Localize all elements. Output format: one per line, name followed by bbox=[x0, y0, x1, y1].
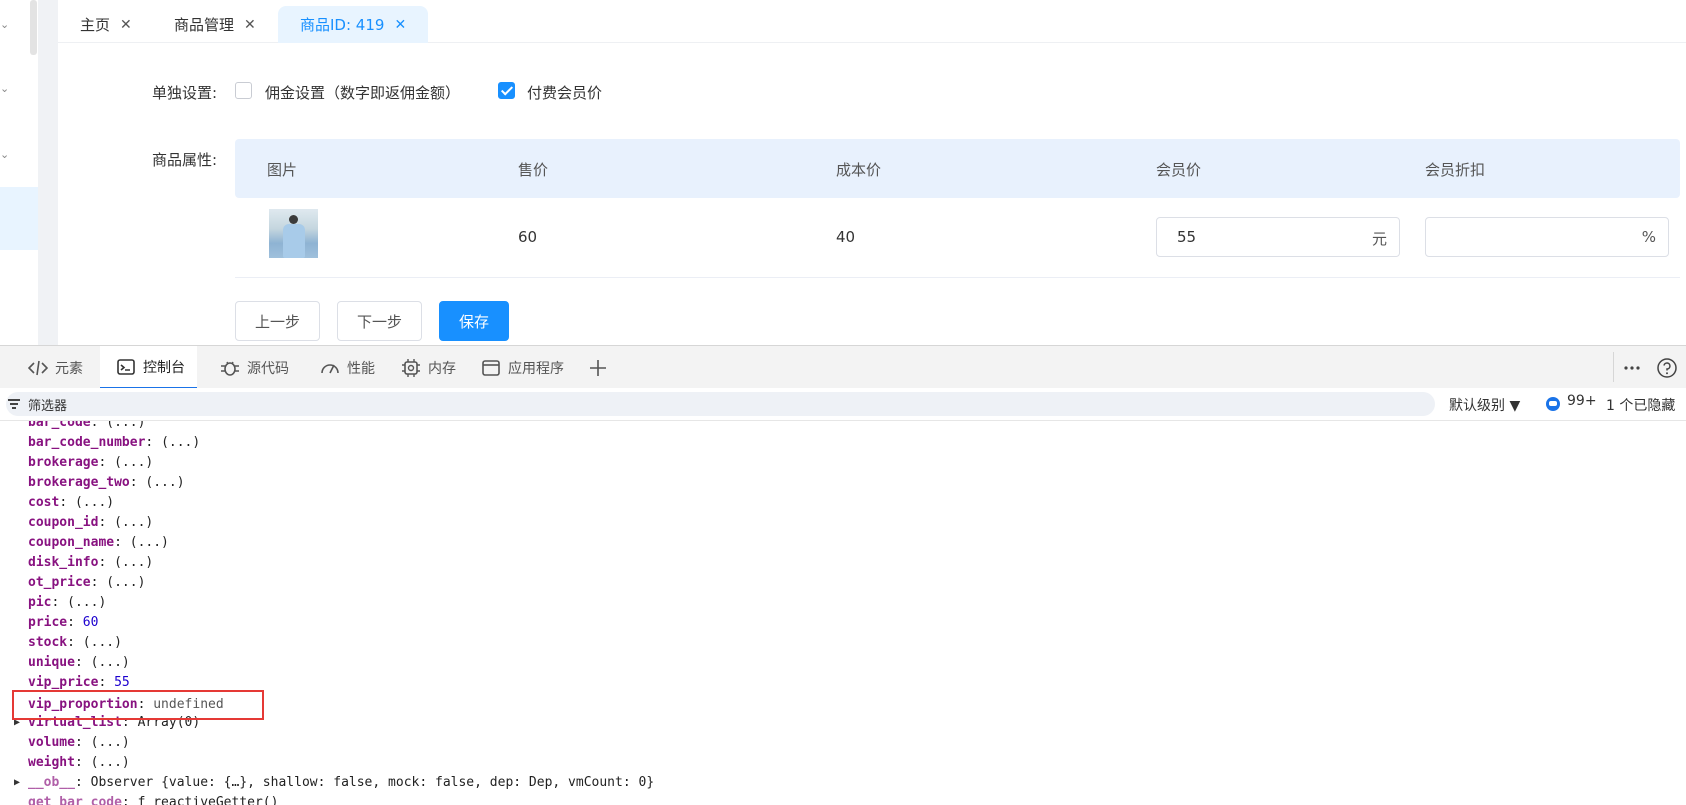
devtools-tab-performance[interactable]: 性能 bbox=[320, 346, 375, 389]
tab-product-419[interactable]: 商品ID: 419 ✕ bbox=[278, 6, 429, 43]
tab-label: 控制台 bbox=[143, 359, 185, 376]
console-line: coupon_id: (...) bbox=[28, 515, 154, 530]
devtools-tab-console[interactable]: 控制台 bbox=[100, 346, 197, 389]
console-line: pic: (...) bbox=[28, 595, 107, 610]
chip-icon bbox=[402, 358, 420, 377]
table-row: 60 40 55 元 % bbox=[235, 198, 1680, 278]
devtools-toolbar: 元素 控制台 源代码 性能 内存 应用程序 bbox=[0, 345, 1686, 389]
cell-price: 60 bbox=[518, 228, 538, 246]
bug-icon bbox=[221, 361, 239, 376]
filter-input[interactable]: 筛选器 bbox=[6, 392, 1435, 416]
help-button[interactable] bbox=[1656, 346, 1678, 389]
console-line: get bar_code: ƒ reactiveGetter() bbox=[28, 795, 279, 805]
tab-label: 商品管理 bbox=[174, 16, 235, 34]
console-output[interactable]: bar_code: (...) bar_code_number: (...) b… bbox=[0, 421, 1686, 805]
console-icon bbox=[117, 358, 135, 375]
message-icon bbox=[1546, 397, 1560, 411]
attributes-table-header: 图片 售价 成本价 会员价 会员折扣 bbox=[235, 139, 1680, 198]
tab-label: 元素 bbox=[55, 360, 83, 377]
header-cost: 成本价 bbox=[836, 161, 882, 179]
hidden-count[interactable]: 1 个已隐藏 bbox=[1606, 395, 1675, 415]
console-line[interactable]: ▶ __ob__: Observer {value: {…}, shallow: … bbox=[14, 773, 654, 793]
chevron-icon[interactable]: ⌄ bbox=[0, 18, 9, 31]
log-level-select[interactable]: 默认级别 ▼ bbox=[1449, 395, 1520, 415]
tab-home[interactable]: 主页 ✕ bbox=[80, 6, 132, 43]
vip-price-value: 55 bbox=[1177, 228, 1197, 246]
close-icon[interactable]: ✕ bbox=[120, 17, 132, 33]
chevron-icon[interactable]: ⌄ bbox=[0, 82, 9, 95]
devtools-tab-memory[interactable]: 内存 bbox=[401, 346, 456, 389]
more-options-button[interactable] bbox=[1622, 346, 1642, 389]
tab-label: 源代码 bbox=[247, 360, 289, 377]
header-vip-price: 会员价 bbox=[1156, 161, 1202, 179]
message-count[interactable]: 99+ bbox=[1567, 393, 1597, 409]
page-tabs: 主页 ✕ 商品管理 ✕ 商品ID: 419 ✕ bbox=[58, 0, 1686, 43]
devtools-tab-sources[interactable]: 源代码 bbox=[220, 346, 289, 389]
more-icon bbox=[1624, 365, 1640, 370]
cell-cost: 40 bbox=[836, 228, 856, 246]
add-tab-button[interactable] bbox=[588, 346, 608, 389]
commission-checkbox[interactable] bbox=[235, 82, 252, 99]
next-step-button[interactable]: 下一步 bbox=[337, 301, 422, 341]
console-line: coupon_name: (...) bbox=[28, 535, 169, 550]
console-line: cost: (...) bbox=[28, 495, 115, 510]
tab-label: 性能 bbox=[347, 360, 375, 377]
member-price-option-label[interactable]: 付费会员价 bbox=[527, 82, 602, 103]
devtools-tab-elements[interactable]: 元素 bbox=[24, 346, 87, 389]
header-image: 图片 bbox=[267, 161, 298, 179]
close-icon[interactable]: ✕ bbox=[244, 17, 256, 33]
tab-product-management[interactable]: 商品管理 ✕ bbox=[174, 6, 256, 43]
tab-label: 内存 bbox=[428, 360, 456, 377]
console-filter-bar: 筛选器 默认级别 ▼ 99+ 1 个已隐藏 bbox=[0, 388, 1686, 421]
highlight-box bbox=[12, 690, 264, 720]
console-line: unique: (...) bbox=[28, 655, 130, 670]
individual-settings-label: 单独设置: bbox=[152, 84, 218, 102]
layout-gutter bbox=[38, 0, 58, 345]
commission-option-label[interactable]: 佣金设置（数字即返佣金额） bbox=[265, 82, 460, 103]
tab-label: 主页 bbox=[80, 16, 111, 34]
header-price: 售价 bbox=[518, 161, 549, 179]
gauge-icon bbox=[321, 363, 339, 373]
code-icon bbox=[28, 360, 48, 375]
console-line: weight: (...) bbox=[28, 755, 130, 770]
chevron-icon[interactable]: ⌄ bbox=[0, 148, 9, 161]
filter-icon bbox=[8, 399, 20, 409]
toolbar-divider bbox=[1613, 352, 1614, 382]
sidebar-scrollbar[interactable] bbox=[30, 0, 37, 55]
log-level-label: 默认级别 bbox=[1449, 398, 1505, 414]
console-line: volume: (...) bbox=[28, 735, 130, 750]
vip-price-input[interactable]: 55 元 bbox=[1156, 217, 1400, 257]
product-attributes-label: 商品属性: bbox=[152, 151, 218, 169]
vip-price-suffix: 元 bbox=[1371, 230, 1387, 248]
plus-icon bbox=[590, 359, 606, 376]
console-line: bar_code_number: (...) bbox=[28, 435, 201, 450]
console-line: disk_info: (...) bbox=[28, 555, 154, 570]
left-sidebar: ⌄ ⌄ ⌄ bbox=[0, 0, 38, 345]
vip-discount-input[interactable]: % bbox=[1425, 217, 1669, 257]
prev-step-button[interactable]: 上一步 bbox=[235, 301, 320, 341]
window-icon bbox=[482, 359, 500, 376]
console-line: bar_code: (...) bbox=[28, 421, 146, 430]
close-icon[interactable]: ✕ bbox=[394, 17, 406, 33]
vip-discount-suffix: % bbox=[1641, 228, 1656, 246]
product-thumbnail[interactable] bbox=[269, 209, 318, 258]
header-vip-discount: 会员折扣 bbox=[1425, 161, 1486, 179]
console-line: ot_price: (...) bbox=[28, 575, 146, 590]
devtools-tab-application[interactable]: 应用程序 bbox=[481, 346, 564, 389]
tab-label: 商品ID: 419 bbox=[300, 16, 385, 34]
save-button[interactable]: 保存 bbox=[439, 301, 509, 341]
console-line: brokerage: (...) bbox=[28, 455, 154, 470]
member-price-checkbox[interactable] bbox=[498, 82, 515, 99]
console-line: price: 60 bbox=[28, 615, 99, 630]
console-line: stock: (...) bbox=[28, 635, 122, 650]
sidebar-item-active[interactable] bbox=[0, 187, 38, 250]
caret-down-icon: ▼ bbox=[1509, 398, 1521, 414]
filter-placeholder: 筛选器 bbox=[28, 399, 68, 414]
help-icon bbox=[1657, 357, 1677, 378]
console-line: brokerage_two: (...) bbox=[28, 475, 185, 490]
expand-triangle-icon[interactable]: ▶ bbox=[14, 773, 20, 793]
tab-label: 应用程序 bbox=[508, 360, 564, 377]
